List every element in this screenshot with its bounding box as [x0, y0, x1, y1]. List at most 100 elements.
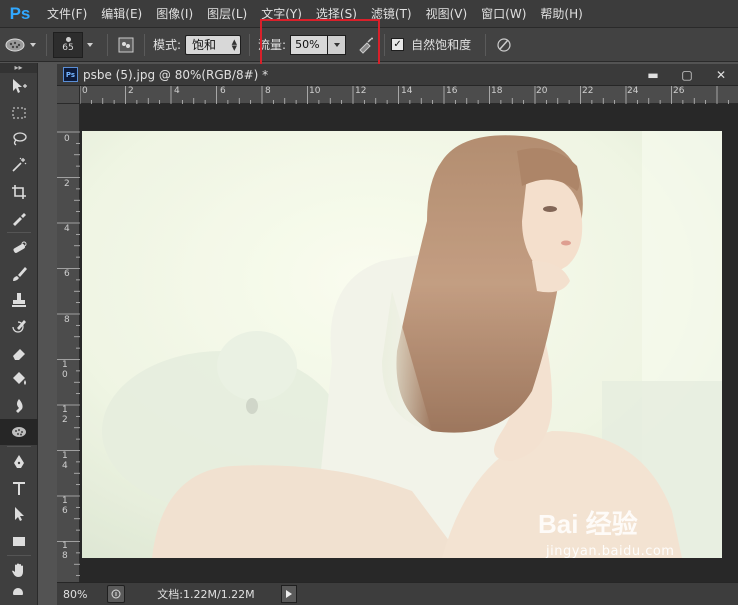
brush-tool[interactable] [0, 261, 38, 287]
status-menu-button[interactable] [107, 585, 125, 603]
ruler-origin[interactable] [57, 86, 80, 104]
ruler-label: 2 [128, 86, 134, 96]
sponge-icon [12, 427, 26, 438]
magic-wand-tool[interactable] [0, 152, 38, 178]
ruler-label: 16 [62, 496, 68, 516]
updown-icon: ▲ ▼ [231, 37, 238, 52]
panel-collapse-icon[interactable]: ▸▸ [0, 63, 37, 73]
divider [384, 33, 386, 56]
tool-preset-picker[interactable] [0, 32, 40, 58]
brush-panel-button[interactable] [114, 33, 138, 57]
document-window: Ps psbe (5).jpg @ 80%(RGB/8#) * ▬ ▢ ✕ 0 … [57, 64, 738, 605]
divider [46, 33, 47, 56]
document-tab[interactable]: Ps psbe (5).jpg @ 80%(RGB/8#) * ▬ ▢ ✕ [57, 64, 738, 86]
history-brush-tool[interactable] [0, 314, 38, 340]
ruler-label: 24 [627, 86, 639, 96]
eyedropper-tool[interactable] [0, 205, 38, 231]
brush-size-picker[interactable]: 65 [53, 31, 83, 58]
marquee-icon [12, 107, 26, 119]
window-controls: ▬ ▢ ✕ [636, 64, 738, 86]
play-icon [286, 590, 292, 598]
menu-edit[interactable]: 编辑(E) [94, 0, 149, 28]
brush-icon [13, 266, 27, 281]
brush-tip-icon [65, 36, 71, 42]
divider [485, 33, 487, 56]
vibrance-label: 自然饱和度 [411, 38, 472, 52]
sponge-tool[interactable] [0, 419, 38, 446]
healing-brush-tool[interactable] [0, 234, 38, 260]
watermark-brand: Bai 经验 [538, 509, 638, 539]
lasso-tool[interactable] [0, 126, 38, 152]
zoom-tool[interactable] [0, 583, 38, 597]
ruler-label: 18 [62, 541, 68, 561]
watermark-url: jingyan.baidu.com [546, 544, 675, 559]
zoom-level[interactable]: 80% [57, 588, 107, 601]
menu-file[interactable]: 文件(F) [40, 0, 94, 28]
hand-icon [12, 563, 23, 578]
divider [6, 232, 31, 234]
ruler-label: 6 [64, 269, 70, 279]
pressure-button[interactable] [492, 33, 516, 57]
pen-icon [14, 454, 24, 468]
mode-label: 模式: [153, 38, 182, 52]
menu-layer[interactable]: 图层(L) [200, 0, 254, 28]
eyedropper-icon [13, 213, 26, 227]
gradient-tool[interactable] [0, 366, 38, 392]
eraser-icon [13, 349, 25, 361]
mode-value: 饱和 [192, 38, 217, 52]
flow-highlight-annotation [260, 19, 380, 68]
rectangle-icon [13, 536, 25, 546]
close-button[interactable]: ✕ [704, 64, 738, 86]
status-bar: 80% 文档:1.22M/1.22M [57, 582, 738, 605]
ruler-label: 8 [265, 86, 271, 96]
rectangle-tool[interactable] [0, 528, 38, 554]
mode-select[interactable]: 饱和 ▲ ▼ [185, 34, 242, 55]
menu-view[interactable]: 视图(V) [419, 0, 475, 28]
ruler-label: 6 [220, 86, 226, 96]
ruler-label: 16 [446, 86, 458, 96]
document-title: psbe (5).jpg @ 80%(RGB/8#) * [83, 67, 269, 82]
clone-stamp-tool[interactable] [0, 287, 38, 313]
crop-tool[interactable] [0, 179, 38, 205]
ruler-label: 4 [174, 86, 180, 96]
type-tool[interactable] [0, 475, 38, 501]
ruler-label: 14 [401, 86, 413, 96]
photo-image[interactable] [82, 131, 722, 558]
ruler-label: 4 [64, 224, 70, 234]
hand-tool[interactable] [0, 557, 38, 583]
magic-wand-icon [12, 157, 27, 172]
zoom-icon [13, 588, 23, 596]
divider [144, 33, 145, 56]
menu-help[interactable]: 帮助(H) [533, 0, 589, 28]
minimize-button[interactable]: ▬ [636, 64, 670, 86]
document-icon: Ps [63, 67, 78, 82]
blur-tool[interactable] [0, 393, 38, 419]
vibrance-checkbox[interactable]: ✓ [391, 38, 405, 51]
path-select-tool[interactable] [0, 501, 38, 527]
canvas-area[interactable]: Bai 经验 jingyan.baidu.com [80, 104, 738, 582]
menu-image[interactable]: 图像(I) [149, 0, 200, 28]
horizontal-ruler[interactable]: 0 2 4 6 8 10 12 14 16 18 20 22 24 26 [79, 86, 738, 104]
document-size-info: 文档:1.22M/1.22M [157, 588, 255, 601]
ruler-label: 20 [536, 86, 548, 96]
marquee-tool[interactable] [0, 99, 38, 125]
menu-window[interactable]: 窗口(W) [474, 0, 533, 28]
sponge-icon [5, 38, 25, 51]
restore-button[interactable]: ▢ [670, 64, 704, 86]
move-tool[interactable] [0, 73, 38, 99]
vertical-ruler[interactable]: 0 2 4 6 8 10 12 14 16 18 [57, 104, 80, 582]
divider [107, 33, 108, 56]
status-arrow-button[interactable] [281, 585, 297, 603]
baidu-watermark: Bai 经验 jingyan.baidu.com [538, 504, 698, 566]
pen-tool[interactable] [0, 448, 38, 474]
pointer-icon [15, 507, 24, 522]
lasso-icon [13, 132, 27, 146]
crop-icon [12, 184, 26, 199]
ruler-label: 10 [62, 360, 68, 380]
ruler-label: 8 [64, 315, 70, 325]
info-icon [111, 589, 121, 599]
chevron-down-icon[interactable] [87, 42, 93, 47]
ruler-label: 14 [62, 451, 68, 471]
photoshop-logo: Ps [9, 3, 31, 23]
eraser-tool[interactable] [0, 340, 38, 366]
